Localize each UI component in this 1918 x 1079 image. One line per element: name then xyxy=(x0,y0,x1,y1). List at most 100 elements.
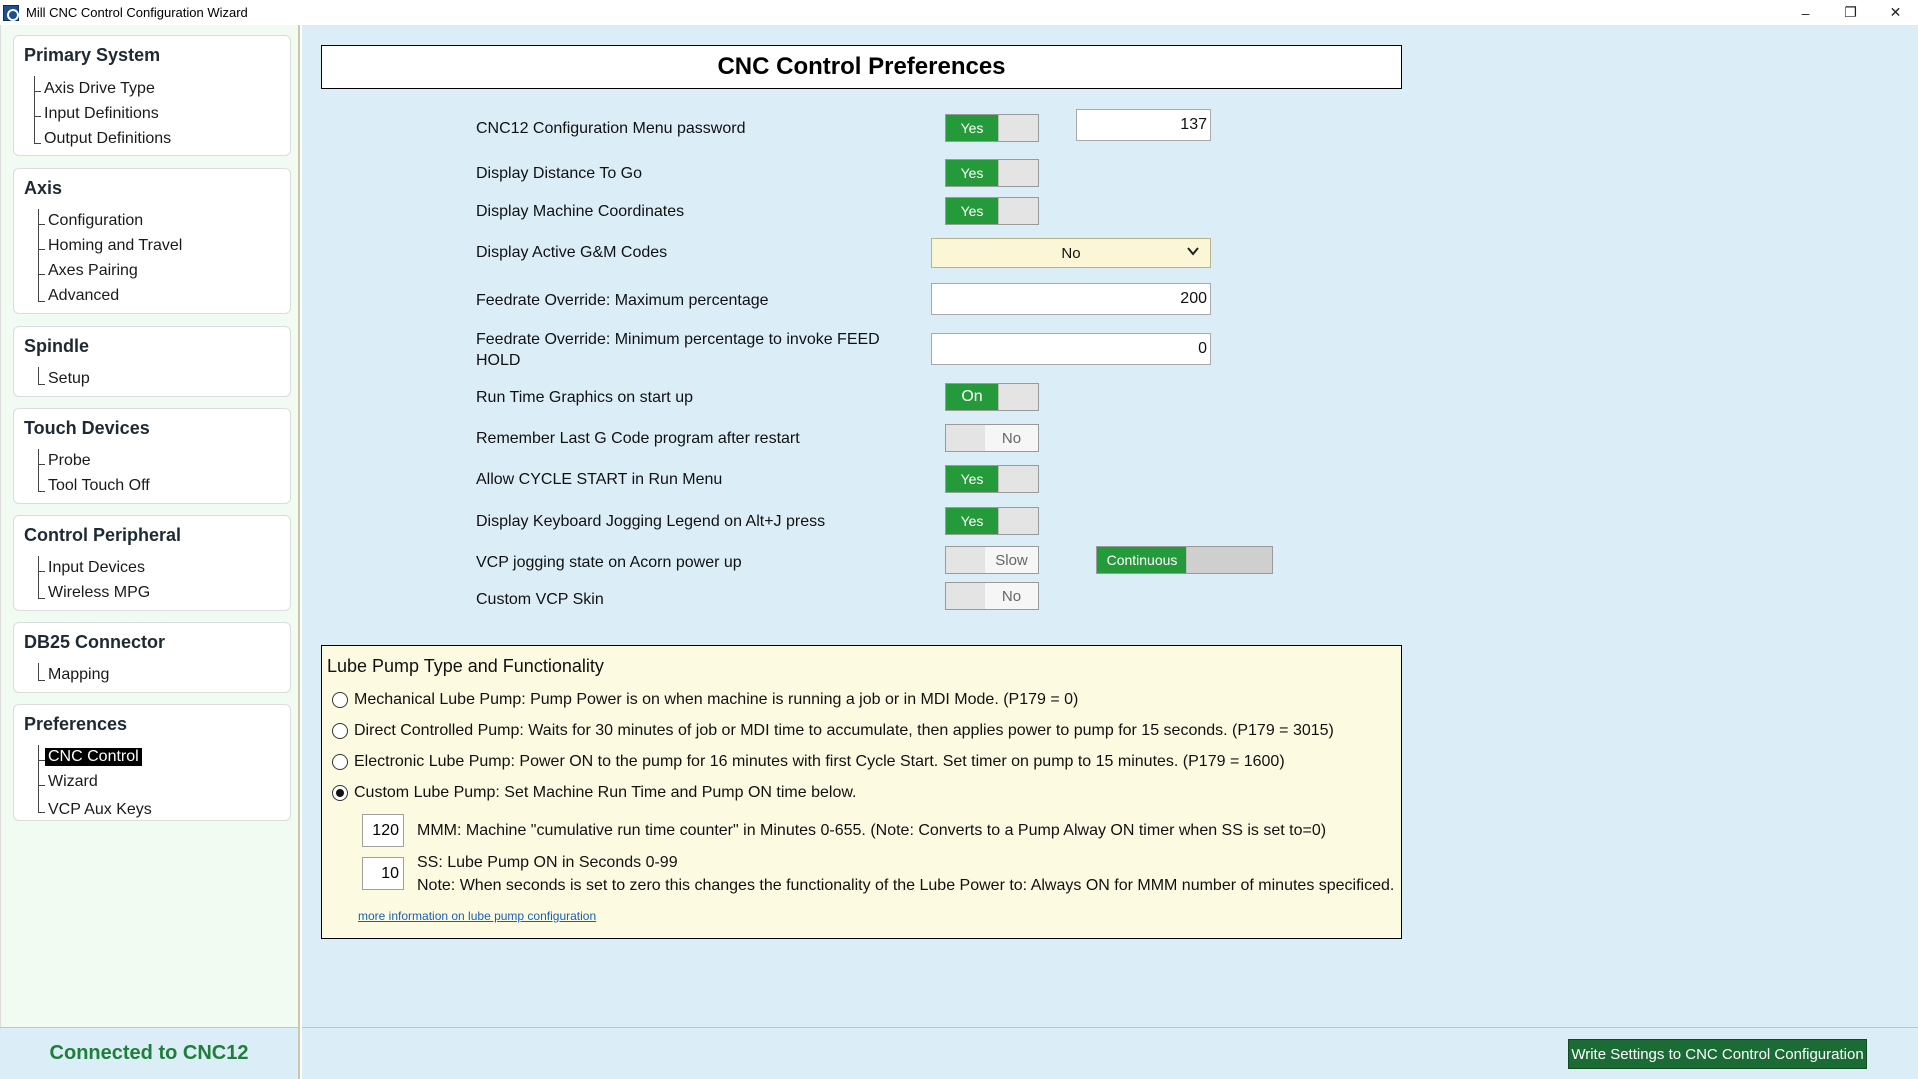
nav-item-probe[interactable]: Probe xyxy=(48,452,91,470)
setting-label-config-password: CNC12 Configuration Menu password xyxy=(476,120,746,137)
lube-option-direct[interactable]: Direct Controlled Pump: Waits for 30 min… xyxy=(332,722,1334,740)
nav-group-title: Control Peripheral xyxy=(24,525,182,545)
toggle-state: Yes xyxy=(946,508,998,534)
lube-info-link[interactable]: more information on lube pump configurat… xyxy=(358,909,596,923)
minimize-icon[interactable]: – xyxy=(1783,0,1828,25)
nav-item-axis-drive-type[interactable]: Axis Drive Type xyxy=(44,80,155,98)
mmm-description: MMM: Machine "cumulative run time counte… xyxy=(417,822,1327,839)
setting-label-remember-gcode: Remember Last G Code program after resta… xyxy=(476,430,800,447)
toggle-state: On xyxy=(946,384,998,410)
ss-note: Note: When seconds is set to zero this c… xyxy=(417,877,1395,894)
lube-option-label: Direct Controlled Pump: Waits for 30 min… xyxy=(354,722,1334,739)
sidebar: Primary System Axis Drive Type Input Def… xyxy=(0,25,300,1027)
toggle-run-time-graphics[interactable]: On xyxy=(945,383,1039,411)
title-bar: Mill CNC Control Configuration Wizard – … xyxy=(0,0,1918,25)
nav-group-title: Preferences xyxy=(24,714,128,734)
nav-item-wireless-mpg[interactable]: Wireless MPG xyxy=(48,584,150,602)
toggle-state: Yes xyxy=(946,160,998,186)
toggle-state: Yes xyxy=(946,198,998,224)
page-header: CNC Control Preferences xyxy=(321,45,1402,89)
nav-group-title: Spindle xyxy=(24,336,90,356)
lube-option-electronic[interactable]: Electronic Lube Pump: Power ON to the pu… xyxy=(332,753,1285,771)
nav-group-title: Touch Devices xyxy=(24,418,150,438)
nav-group-touch-devices: Touch Devices Probe Tool Touch Off xyxy=(13,408,291,504)
setting-label-cycle-start: Allow CYCLE START in Run Menu xyxy=(476,471,723,488)
lube-option-mechanical[interactable]: Mechanical Lube Pump: Pump Power is on w… xyxy=(332,691,1078,709)
nav-item-homing-and-travel[interactable]: Homing and Travel xyxy=(48,237,182,255)
toggle-custom-vcp-skin[interactable]: No xyxy=(945,582,1039,610)
nav-item-cnc-control[interactable]: CNC Control xyxy=(45,748,142,766)
toggle-state: No xyxy=(985,583,1038,609)
lube-panel-title: Lube Pump Type and Functionality xyxy=(327,656,604,676)
nav-item-wizard[interactable]: Wizard xyxy=(48,773,98,791)
nav-item-mapping[interactable]: Mapping xyxy=(48,666,109,684)
nav-item-input-definitions[interactable]: Input Definitions xyxy=(44,105,159,123)
feedrate-min-field[interactable]: 0 xyxy=(931,333,1211,365)
lube-option-label: Electronic Lube Pump: Power ON to the pu… xyxy=(354,753,1285,770)
toggle-machine-coordinates[interactable]: Yes xyxy=(945,197,1039,225)
nav-item-setup[interactable]: Setup xyxy=(48,370,90,388)
toggle-cycle-start[interactable]: Yes xyxy=(945,465,1039,493)
connection-status-text: Connected to CNC12 xyxy=(49,1042,249,1064)
ss-description: SS: Lube Pump ON in Seconds 0-99 xyxy=(417,854,678,871)
nav-item-output-definitions[interactable]: Output Definitions xyxy=(44,130,171,148)
nav-group-title: Axis xyxy=(24,178,63,198)
toggle-state: Yes xyxy=(946,466,998,492)
toggle-state: No xyxy=(985,425,1038,451)
setting-label-feedrate-min: Feedrate Override: Minimum percentage to… xyxy=(476,331,880,369)
setting-label-custom-vcp-skin: Custom VCP Skin xyxy=(476,591,604,608)
radio-button-selected[interactable] xyxy=(332,785,348,801)
password-value-field[interactable]: 137 xyxy=(1076,109,1211,141)
lube-option-label: Custom Lube Pump: Set Machine Run Time a… xyxy=(354,784,857,801)
nav-item-tool-touch-off[interactable]: Tool Touch Off xyxy=(48,477,150,495)
nav-item-configuration[interactable]: Configuration xyxy=(48,212,143,230)
setting-label-vcp-jogging: VCP jogging state on Acorn power up xyxy=(476,554,742,571)
app-icon xyxy=(3,4,19,21)
toggle-jogging-legend[interactable]: Yes xyxy=(945,507,1039,535)
setting-label-feedrate-max: Feedrate Override: Maximum percentage xyxy=(476,292,769,309)
dropdown-value: No xyxy=(1061,244,1081,262)
toggle-state: Continuous xyxy=(1097,547,1187,573)
nav-item-advanced[interactable]: Advanced xyxy=(48,287,119,305)
ss-input[interactable]: 10 xyxy=(362,857,404,890)
main-content: CNC Control Preferences CNC12 Configurat… xyxy=(302,25,1918,1027)
toggle-config-password[interactable]: Yes xyxy=(945,114,1039,142)
radio-button[interactable] xyxy=(332,754,348,770)
nav-item-input-devices[interactable]: Input Devices xyxy=(48,559,145,577)
radio-button[interactable] xyxy=(332,692,348,708)
nav-group-title: DB25 Connector xyxy=(24,632,166,652)
mmm-input[interactable]: 120 xyxy=(362,814,404,847)
close-icon[interactable]: ✕ xyxy=(1873,0,1918,25)
feedrate-max-field[interactable]: 200 xyxy=(931,283,1211,315)
toggle-vcp-jogging-speed[interactable]: Slow xyxy=(945,546,1039,574)
lube-pump-panel: Lube Pump Type and Functionality Mechani… xyxy=(321,645,1402,939)
setting-label-jogging-legend: Display Keyboard Jogging Legend on Alt+J… xyxy=(476,513,826,530)
chevron-down-icon xyxy=(1186,244,1200,261)
maximize-icon[interactable]: ❐ xyxy=(1828,0,1873,25)
setting-label-run-time-graphics: Run Time Graphics on start up xyxy=(476,389,693,406)
toggle-vcp-jogging-mode[interactable]: Continuous xyxy=(1096,546,1273,574)
setting-label-gm-codes: Display Active G&M Codes xyxy=(476,244,668,261)
lube-option-label: Mechanical Lube Pump: Pump Power is on w… xyxy=(354,691,1079,708)
nav-item-axes-pairing[interactable]: Axes Pairing xyxy=(48,262,138,280)
toggle-remember-gcode[interactable]: No xyxy=(945,424,1039,452)
connection-status: Connected to CNC12 xyxy=(0,1027,300,1079)
gm-codes-dropdown[interactable]: No xyxy=(931,238,1211,268)
bottom-bar: Write Settings to CNC Control Configurat… xyxy=(302,1027,1918,1079)
nav-group-db25-connector: DB25 Connector Mapping xyxy=(13,622,291,693)
nav-group-spindle: Spindle Setup xyxy=(13,326,291,397)
toggle-state: Yes xyxy=(946,115,998,141)
nav-item-vcp-aux-keys[interactable]: VCP Aux Keys xyxy=(48,801,152,819)
radio-button[interactable] xyxy=(332,723,348,739)
nav-group-primary-system: Primary System Axis Drive Type Input Def… xyxy=(13,35,291,156)
window-title: Mill CNC Control Configuration Wizard xyxy=(26,5,248,20)
lube-option-custom[interactable]: Custom Lube Pump: Set Machine Run Time a… xyxy=(332,784,856,802)
toggle-distance-to-go[interactable]: Yes xyxy=(945,159,1039,187)
nav-group-control-peripheral: Control Peripheral Input Devices Wireles… xyxy=(13,515,291,611)
write-settings-button[interactable]: Write Settings to CNC Control Configurat… xyxy=(1568,1039,1867,1069)
nav-group-title: Primary System xyxy=(24,45,161,65)
setting-label-machine-coordinates: Display Machine Coordinates xyxy=(476,203,685,220)
toggle-state: Slow xyxy=(985,547,1038,573)
page-title: CNC Control Preferences xyxy=(717,53,1006,80)
nav-group-axis: Axis Configuration Homing and Travel Axe… xyxy=(13,168,291,314)
